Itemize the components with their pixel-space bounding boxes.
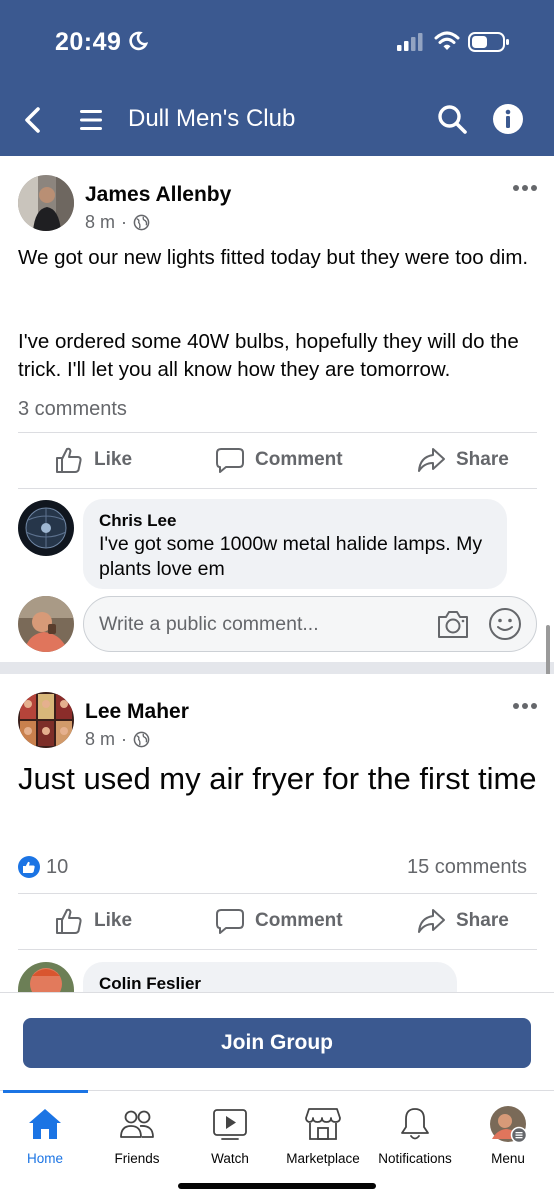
home-icon [29,1109,61,1139]
share-icon [418,448,445,472]
page-title: Dull Men's Club [128,105,296,132]
hamburger-menu-button[interactable] [78,107,104,133]
more-options-button[interactable] [512,183,538,193]
nav-watch[interactable]: Watch [180,1101,280,1171]
nav-label: Notifications [378,1151,452,1166]
divider [18,949,537,950]
post-author[interactable]: James Allenby [85,183,231,207]
post-time[interactable]: 8 m [85,212,115,233]
nav-label: Home [26,1151,63,1166]
like-label: Like [94,449,133,470]
post-text: We got our new lights fitted today but t… [18,246,529,269]
post-separator [0,662,554,674]
camera-icon[interactable] [436,608,470,640]
share-icon [418,909,445,933]
nav-notifications[interactable]: Notifications [365,1101,465,1171]
like-count[interactable]: 10 [46,856,68,879]
comment-button[interactable]: Comment [215,906,343,936]
post: Lee Maher 8 m · Just used my air fryer f… [0,674,554,992]
comment-text: I've got some 1000w metal halide lamps. … [99,533,483,580]
join-bar: Join Group [0,992,554,1090]
current-user-avatar [18,596,74,652]
info-button[interactable] [492,103,524,135]
like-button[interactable]: Like [54,906,132,936]
more-options-button[interactable] [512,701,538,711]
comment-bubble[interactable]: Chris Lee I've got some 1000w metal hali… [83,499,507,589]
like-icon [56,908,82,934]
nav-label: Marketplace [286,1151,360,1166]
share-label: Share [456,910,509,931]
comments-count[interactable]: 3 comments [18,398,127,421]
post-text: I've ordered some 40W bulbs, hopefully t… [18,330,519,381]
nav-menu[interactable]: Menu [458,1101,554,1171]
post-meta: 8 m · [85,212,150,233]
post: James Allenby 8 m · We got our new light… [0,156,554,662]
author-avatar[interactable] [18,692,74,748]
like-label: Like [94,910,133,931]
nav-friends[interactable]: Friends [87,1101,187,1171]
comment-icon [216,448,244,473]
emoji-icon[interactable] [488,607,522,641]
watch-icon [213,1109,247,1140]
like-button[interactable]: Like [54,445,132,475]
active-tab-indicator [3,1090,88,1093]
marketplace-icon [305,1108,341,1140]
divider [18,893,537,894]
friends-icon [120,1110,154,1138]
comment-button[interactable]: Comment [215,445,343,475]
author-avatar[interactable] [18,175,74,231]
nav-label: Menu [491,1151,525,1166]
post-author[interactable]: Lee Maher [85,700,189,724]
comments-count[interactable]: 15 comments [407,856,527,879]
share-button[interactable]: Share [416,445,509,475]
globe-icon [133,214,150,231]
wifi-icon [434,31,460,50]
share-label: Share [456,449,509,470]
meta-separator: · [121,212,128,232]
comment-author[interactable]: Colin Feslier [99,974,201,994]
moon-icon [129,31,148,51]
nav-home[interactable]: Home [0,1101,95,1171]
bell-icon [401,1108,429,1140]
status-time: 20:49 [55,28,122,56]
battery-icon [468,32,509,52]
share-button[interactable]: Share [416,906,509,936]
home-indicator [178,1183,376,1189]
menu-avatar-icon [490,1106,527,1143]
globe-icon [133,731,150,748]
post-meta: 8 m · [85,729,150,750]
like-icon [56,447,82,473]
comment-label: Comment [255,449,343,470]
comment-label: Comment [255,910,343,931]
back-button[interactable] [20,104,48,136]
post-text: Just used my air fryer for the first tim… [18,761,537,796]
divider [18,488,537,489]
comment-input-wrapper[interactable] [83,596,537,652]
nav-marketplace[interactable]: Marketplace [273,1101,373,1171]
commenter-avatar[interactable] [18,500,74,556]
comment-bubble[interactable]: Colin Feslier [83,962,457,994]
comment-input[interactable] [99,610,419,638]
signal-icon [397,33,423,51]
nav-label: Watch [211,1151,249,1166]
nav-label: Friends [114,1151,160,1166]
divider [18,432,537,433]
join-group-button[interactable]: Join Group [23,1018,531,1068]
group-header: 20:49 Dull Men's Club [0,0,554,156]
meta-separator: · [121,729,128,749]
comment-icon [216,909,244,934]
post-time[interactable]: 8 m [85,729,115,750]
like-reaction-icon [18,856,40,878]
search-button[interactable] [436,103,468,135]
comment-author[interactable]: Chris Lee [99,511,176,531]
